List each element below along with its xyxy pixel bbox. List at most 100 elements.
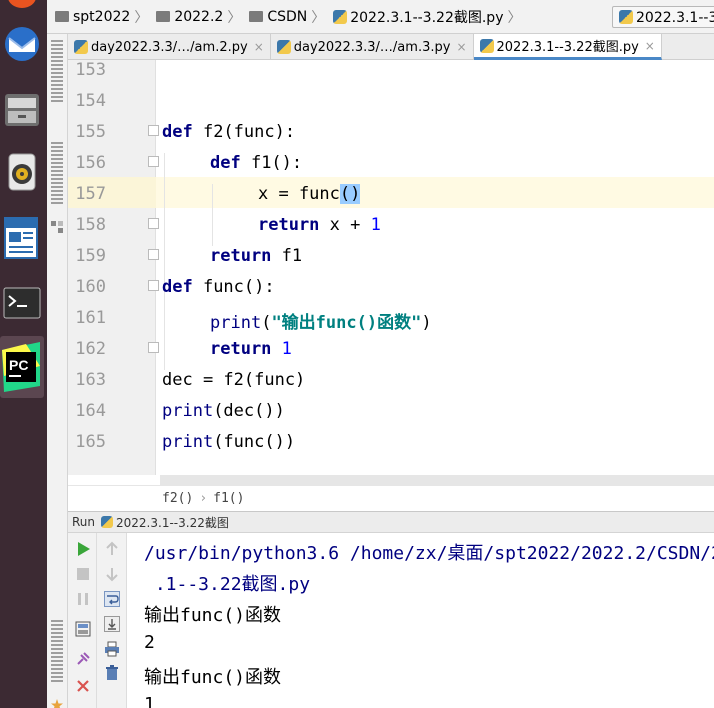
rerun-icon[interactable] xyxy=(75,541,91,557)
firefox-icon[interactable] xyxy=(8,0,36,8)
code-line-155: def f2(func): xyxy=(162,122,295,142)
number-literal: 1 xyxy=(281,339,292,359)
builtin-print: print xyxy=(162,401,214,421)
line-number: 163 xyxy=(75,370,106,390)
scrollbar-thumb[interactable] xyxy=(160,475,714,485)
console-line: 2 xyxy=(144,632,155,653)
fold-marker[interactable] xyxy=(148,218,159,229)
line-number: 153 xyxy=(75,60,106,80)
editor-breadcrumb: f2() › f1() xyxy=(68,485,714,511)
breadcrumb-f2[interactable]: f2() xyxy=(162,491,193,506)
python-file-icon xyxy=(74,40,88,54)
crumb-label: CSDN xyxy=(267,8,308,25)
arrow-down-icon[interactable] xyxy=(104,566,120,582)
python-file-icon xyxy=(276,40,291,54)
code-line-164: print(dec()) xyxy=(162,401,285,421)
chevron-right-icon: › xyxy=(199,491,208,506)
navigation-bar: spt2022 〉 2022.2 〉 CSDN 〉 2022.3.1--3.22… xyxy=(47,0,714,34)
structure-tool-tab[interactable] xyxy=(51,142,63,206)
close-icon[interactable]: × xyxy=(450,40,466,54)
files-icon[interactable] xyxy=(3,90,41,130)
breadcrumb-f1[interactable]: f1() xyxy=(213,491,244,506)
fold-marker[interactable] xyxy=(148,342,159,353)
tab-label: day2022.3.3/…/am.3.py xyxy=(293,39,451,55)
favorites-tool-tab[interactable] xyxy=(51,620,63,684)
caret-row-highlight xyxy=(156,177,714,208)
trash-icon[interactable] xyxy=(104,665,120,681)
crumb-file[interactable]: 2022.3.1--3.22截图.py 〉 xyxy=(325,7,521,27)
thunderbird-icon[interactable] xyxy=(3,24,41,64)
soft-wrap-icon[interactable] xyxy=(104,591,120,607)
crumb-folder-csdn[interactable]: CSDN 〉 xyxy=(241,7,325,27)
pause-icon[interactable] xyxy=(75,591,91,607)
editor-tabs: day2022.3.3/…/am.2.py × day2022.3.3/…/am… xyxy=(68,34,714,60)
horizontal-scrollbar[interactable] xyxy=(160,475,714,485)
code-line-165: print(func()) xyxy=(162,432,295,452)
star-icon[interactable] xyxy=(51,696,63,708)
crumb-folder-2022-2[interactable]: 2022.2 〉 xyxy=(148,7,241,27)
folder-icon xyxy=(249,11,264,22)
project-tool-tab[interactable] xyxy=(51,40,63,104)
run-config-tab[interactable]: 2022.3.1--3.22截图 xyxy=(116,514,229,531)
tab-am3[interactable]: day2022.3.3/…/am.3.py × xyxy=(271,34,474,60)
chevron-right-icon: 〉 xyxy=(227,9,242,26)
folder-icon xyxy=(156,11,171,22)
terminal-icon[interactable] xyxy=(3,284,41,324)
line-number: 155 xyxy=(75,122,106,142)
line-number: 157 xyxy=(75,184,106,204)
code-text: dec = f2(func) xyxy=(162,370,306,390)
line-number: 161 xyxy=(75,308,106,328)
indent-guide xyxy=(164,153,165,370)
fold-marker[interactable] xyxy=(148,156,159,167)
python-file-icon xyxy=(479,38,494,53)
chevron-right-icon: 〉 xyxy=(507,9,522,26)
python-file-icon xyxy=(619,10,633,24)
stop-icon[interactable] xyxy=(75,566,91,582)
console-line: 输出func()函数 xyxy=(144,605,282,626)
code-text: f1(): xyxy=(240,153,303,173)
print-icon[interactable] xyxy=(104,641,120,657)
libreoffice-writer-icon[interactable] xyxy=(3,216,41,259)
rhythmbox-icon[interactable] xyxy=(3,152,41,192)
ubuntu-dock: PC xyxy=(0,0,47,708)
fold-marker[interactable] xyxy=(148,249,159,260)
scroll-to-end-icon[interactable] xyxy=(104,616,120,632)
code-line-161: print("输出func()函数") xyxy=(210,308,432,333)
run-console[interactable]: /usr/bin/python3.6 /home/zx/桌面/spt2022/2… xyxy=(127,533,714,708)
layout-icon[interactable] xyxy=(75,621,91,637)
code-line-157: x = func() xyxy=(258,184,361,204)
run-toolbar-secondary xyxy=(97,533,127,708)
structure-icon[interactable] xyxy=(51,218,63,233)
line-number: 156 xyxy=(75,153,106,173)
close-icon[interactable]: × xyxy=(639,39,655,53)
code-line-163: dec = f2(func) xyxy=(162,370,305,390)
arrow-up-icon[interactable] xyxy=(104,541,120,557)
pin-icon[interactable] xyxy=(75,651,91,667)
tab-am2[interactable]: day2022.3.3/…/am.2.py × xyxy=(68,34,271,60)
tab-screenshot-file[interactable]: 2022.3.1--3.22截图.py × xyxy=(473,34,662,60)
console-line: .1--3.22截图.py xyxy=(144,574,311,595)
code-line-160: def func(): xyxy=(162,277,275,297)
folder-icon xyxy=(55,11,69,22)
crumb-label: 2022.3.1--3.22截图.py xyxy=(350,9,504,26)
keyword: def xyxy=(162,277,193,297)
run-config-label: 2022.3.1--3.22截图 xyxy=(636,10,714,26)
run-configuration-select[interactable]: 2022.3.1--3.22截图 xyxy=(612,6,714,28)
crumb-label: spt2022 xyxy=(73,8,131,25)
line-number: 160 xyxy=(75,277,106,297)
keyword: return xyxy=(210,339,272,359)
fold-marker[interactable] xyxy=(148,125,159,136)
close-icon[interactable] xyxy=(75,678,91,694)
project-tool-strip xyxy=(47,34,68,708)
console-line: 1 xyxy=(144,694,155,708)
close-icon[interactable]: × xyxy=(248,40,264,54)
crumb-label: 2022.2 xyxy=(174,8,224,25)
pycharm-icon[interactable]: PC xyxy=(0,336,44,398)
code-text: ) xyxy=(421,313,432,333)
code-text: (func()) xyxy=(213,432,296,452)
code-text: f2(func): xyxy=(192,122,296,142)
crumb-project[interactable]: spt2022 〉 xyxy=(47,7,148,27)
fold-marker[interactable] xyxy=(148,280,159,291)
line-number: 159 xyxy=(75,246,106,266)
code-editor[interactable]: 153 154 155 156 157 158 159 160 161 162 … xyxy=(68,60,714,475)
